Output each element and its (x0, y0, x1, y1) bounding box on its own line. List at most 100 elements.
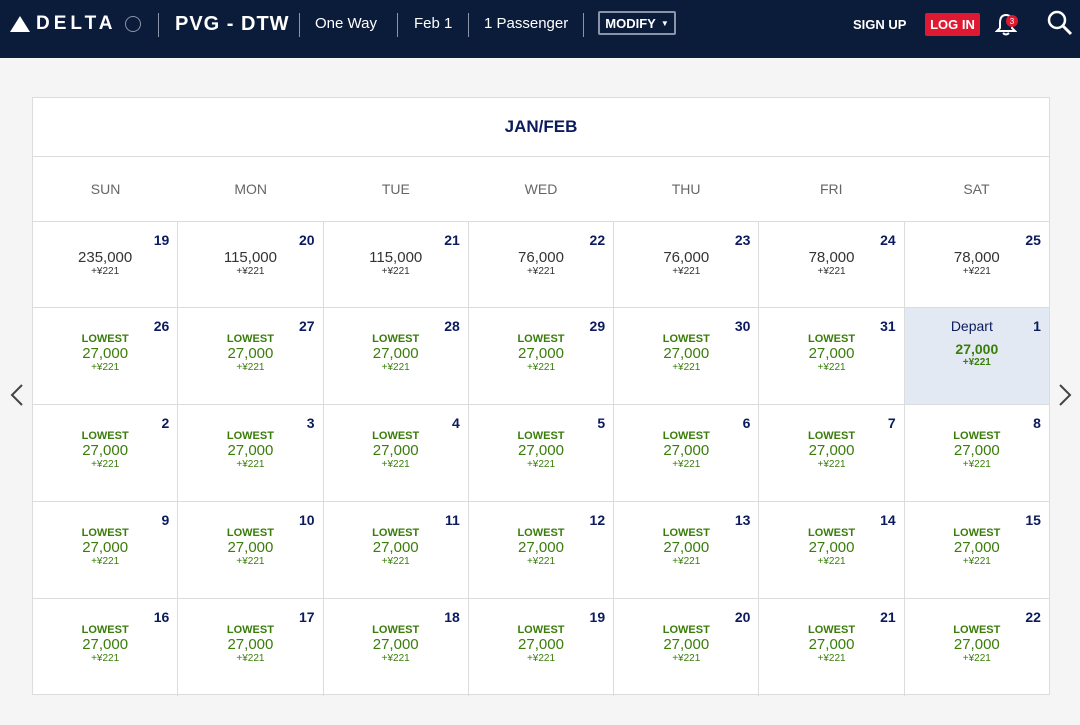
day-number: 11 (445, 512, 460, 528)
fare-info: LOWEST 27,000 +¥221 (614, 527, 758, 567)
tax-amount: +¥221 (672, 362, 701, 373)
delta-logo[interactable]: DELTA (10, 13, 141, 35)
lowest-fare-badge: LOWEST (372, 527, 420, 539)
miles-price: 27,000 (808, 442, 855, 459)
day-number: 30 (734, 318, 751, 334)
fare-info: 115,000 +¥221 (178, 249, 322, 277)
miles-price: 115,000 (223, 249, 277, 266)
calendar-day-cell[interactable]: 24 78,000 +¥221 (759, 222, 905, 307)
calendar-day-cell[interactable]: 13 LOWEST 27,000 +¥221 (614, 502, 760, 598)
miles-price: 27,000 (808, 345, 855, 362)
tax-amount: +¥221 (91, 556, 120, 567)
miles-price: 27,000 (518, 539, 564, 556)
calendar-day-cell[interactable]: 5 LOWEST 27,000 +¥221 (469, 405, 615, 501)
calendar-day-cell[interactable]: 8 LOWEST 27,000 +¥221 (905, 405, 1049, 501)
calendar-day-cell[interactable]: 22 LOWEST 27,000 +¥221 (905, 599, 1049, 696)
sign-up-link[interactable]: SIGN UP (853, 17, 906, 32)
miles-price: 27,000 (82, 636, 129, 653)
lowest-fare-badge: LOWEST (226, 624, 274, 636)
lowest-fare-badge: LOWEST (662, 430, 710, 442)
modify-button[interactable]: MODIFY ▼ (598, 11, 676, 35)
day-number: 28 (444, 318, 460, 334)
fare-info: LOWEST 27,000 +¥221 (178, 430, 322, 470)
calendar-day-cell[interactable]: 11 LOWEST 27,000 +¥221 (324, 502, 469, 598)
day-number: 18 (444, 609, 460, 625)
divider (583, 13, 584, 37)
calendar-day-cell[interactable]: 28 LOWEST 27,000 +¥221 (324, 308, 469, 404)
calendar-day-cell[interactable]: 14 LOWEST 27,000 +¥221 (759, 502, 905, 598)
calendar-day-cell[interactable]: 7 LOWEST 27,000 +¥221 (759, 405, 905, 501)
tax-amount: +¥221 (672, 556, 701, 567)
selected-depart-day-cell[interactable]: 1 Depart 27,000 +¥221 (904, 308, 1049, 404)
divider (397, 13, 398, 37)
fare-info: LOWEST 27,000 +¥221 (324, 333, 468, 373)
route-label: PVG - DTW (175, 13, 290, 35)
calendar-day-cell[interactable]: 23 76,000 +¥221 (614, 222, 760, 307)
calendar-day-cell[interactable]: 31 LOWEST 27,000 +¥221 (759, 308, 905, 404)
calendar-day-cell[interactable]: 6 LOWEST 27,000 +¥221 (614, 405, 760, 501)
miles-price: 27,000 (518, 636, 564, 653)
log-in-button[interactable]: LOG IN (925, 13, 980, 36)
weekday-label: FRI (819, 181, 843, 197)
calendar-day-cell[interactable]: 3 LOWEST 27,000 +¥221 (178, 405, 324, 501)
calendar-day-cell[interactable]: 9 LOWEST 27,000 +¥221 (33, 502, 179, 598)
tax-amount: +¥221 (91, 362, 120, 373)
calendar-day-cell[interactable]: 2 LOWEST 27,000 +¥221 (33, 405, 179, 501)
miles-price: 76,000 (663, 249, 710, 266)
fare-info: LOWEST 27,000 +¥221 (33, 430, 177, 470)
fare-info: LOWEST 27,000 +¥221 (469, 333, 613, 373)
calendar-day-cell[interactable]: 10 LOWEST 27,000 +¥221 (178, 502, 324, 598)
calendar-day-cell[interactable]: 19 235,000 +¥221 (33, 222, 179, 307)
tax-amount: +¥221 (526, 459, 556, 470)
calendar-day-cell[interactable]: 19 LOWEST 27,000 +¥221 (469, 599, 615, 696)
day-number: 9 (161, 512, 170, 528)
caret-down-icon: ▼ (660, 18, 669, 28)
tax-amount: +¥221 (962, 459, 991, 470)
search-icon[interactable] (1047, 10, 1073, 36)
fare-info: LOWEST 27,000 +¥221 (759, 333, 903, 373)
calendar-day-cell[interactable]: 20 LOWEST 27,000 +¥221 (614, 599, 760, 696)
tax-amount: +¥221 (381, 266, 410, 277)
tax-amount: +¥221 (236, 459, 265, 470)
skyteam-seal-icon (124, 16, 141, 32)
calendar-day-cell[interactable]: 29 LOWEST 27,000 +¥221 (469, 308, 615, 404)
fare-info: LOWEST 27,000 +¥221 (614, 333, 758, 373)
calendar-day-cell[interactable]: 21 115,000 +¥221 (324, 222, 469, 307)
calendar-day-cell[interactable]: 22 76,000 +¥221 (469, 222, 615, 307)
calendar-day-cell[interactable]: 4 LOWEST 27,000 +¥221 (324, 405, 469, 501)
calendar-day-cell[interactable]: 18 LOWEST 27,000 +¥221 (324, 599, 469, 696)
calendar-day-cell[interactable]: 25 78,000 +¥221 (905, 222, 1049, 307)
month-label: JAN/FEB (33, 98, 1049, 157)
calendar-day-cell[interactable]: 20 115,000 +¥221 (178, 222, 324, 307)
tax-amount: +¥221 (962, 266, 991, 277)
calendar-day-cell[interactable]: 15 LOWEST 27,000 +¥221 (905, 502, 1049, 598)
depart-label: Depart (950, 318, 993, 334)
calendar-day-cell[interactable]: 27 LOWEST 27,000 +¥221 (178, 308, 324, 404)
fare-info: LOWEST 27,000 +¥221 (178, 527, 322, 567)
calendar-grid: 19 235,000 +¥221 20 115,000 +¥221 21 115,000 +¥2… (33, 222, 1049, 696)
tax-amount: +¥221 (817, 362, 846, 373)
calendar-week-row: 19 235,000 +¥221 20 115,000 +¥221 21 115,000 +¥2… (33, 222, 1049, 308)
lowest-fare-badge: LOWEST (226, 527, 274, 539)
calendar-day-cell[interactable]: 21 LOWEST 27,000 +¥221 (759, 599, 905, 696)
lowest-fare-badge: LOWEST (808, 430, 856, 442)
fare-info: LOWEST 27,000 +¥221 (324, 430, 468, 470)
calendar-day-cell[interactable]: 26 LOWEST 27,000 +¥221 (33, 308, 179, 404)
delta-widget-icon (10, 16, 30, 32)
day-number: 19 (153, 232, 170, 248)
calendar-day-cell[interactable]: 12 LOWEST 27,000 +¥221 (469, 502, 615, 598)
weekday-label: SAT (963, 181, 990, 197)
tax-amount: +¥221 (817, 556, 846, 567)
lowest-fare-badge: LOWEST (953, 624, 1001, 636)
fare-info: LOWEST 27,000 +¥221 (178, 624, 322, 664)
miles-price: 27,000 (663, 636, 710, 653)
calendar-day-cell[interactable]: 16 LOWEST 27,000 +¥221 (33, 599, 179, 696)
tax-amount: +¥221 (91, 459, 120, 470)
calendar-day-cell[interactable]: 17 LOWEST 27,000 +¥221 (178, 599, 324, 696)
day-number: 16 (153, 609, 170, 625)
lowest-fare-badge: LOWEST (81, 624, 129, 636)
previous-month-arrow-icon[interactable] (8, 383, 28, 407)
lowest-fare-badge: LOWEST (808, 624, 856, 636)
calendar-day-cell[interactable]: 30 LOWEST 27,000 +¥221 (614, 308, 760, 404)
next-month-arrow-icon[interactable] (1054, 383, 1074, 407)
